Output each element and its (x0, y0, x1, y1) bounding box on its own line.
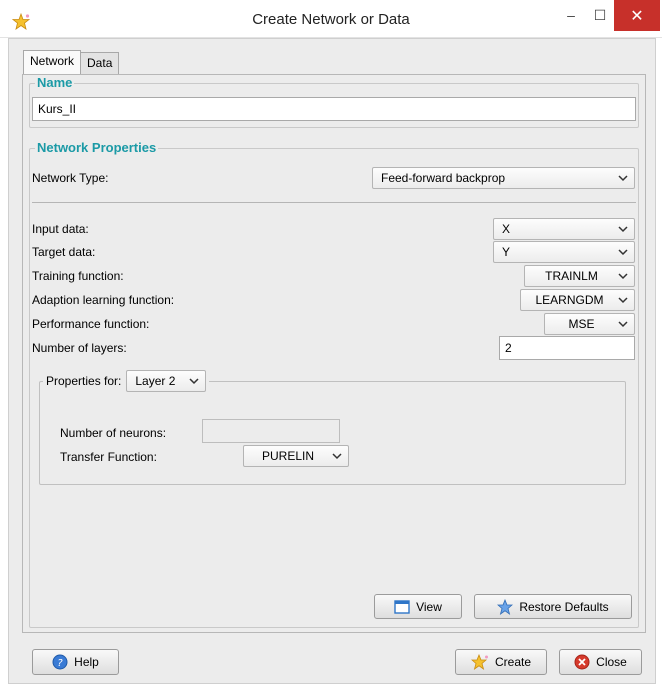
chevron-down-icon (618, 270, 628, 282)
chevron-down-icon (618, 172, 628, 184)
transfer-function-select[interactable]: PURELIN (243, 445, 349, 467)
layer-select[interactable]: Layer 2 (126, 370, 207, 392)
adaption-function-select[interactable]: LEARNGDM (520, 289, 635, 311)
restore-defaults-label: Restore Defaults (519, 599, 609, 614)
network-type-label: Network Type: (32, 171, 109, 185)
input-data-value: X (502, 222, 511, 236)
chevron-down-icon (332, 450, 342, 462)
minimize-button[interactable]: – (557, 0, 585, 30)
star-sparkle-icon (470, 654, 489, 670)
target-data-select[interactable]: Y (493, 241, 635, 263)
create-button-label: Create (494, 655, 532, 669)
chevron-down-icon (618, 294, 628, 306)
restore-defaults-button[interactable]: Restore Defaults (474, 594, 632, 619)
title-bar: Create Network or Data – ☐ ✕ (0, 0, 662, 38)
chevron-down-icon (618, 318, 628, 330)
window-close-button[interactable]: ✕ (614, 0, 660, 31)
network-name-input[interactable]: Kurs_II (32, 97, 636, 121)
close-circle-icon (574, 654, 590, 670)
svg-text:?: ? (58, 658, 64, 669)
view-button-label: View (416, 599, 442, 614)
tab-bar: Network Data (23, 50, 120, 74)
training-function-value: TRAINLM (545, 269, 598, 283)
name-group: Name Kurs_II (29, 75, 639, 128)
network-properties-title: Network Properties (35, 140, 159, 155)
chevron-down-icon (189, 375, 199, 387)
layers-label: Number of layers: (32, 341, 127, 355)
transfer-function-label: Transfer Function: (60, 450, 157, 464)
help-button[interactable]: ? Help (32, 649, 119, 675)
tab-data[interactable]: Data (80, 52, 120, 74)
star-icon (497, 598, 514, 615)
layer-select-value: Layer 2 (135, 374, 176, 388)
view-button[interactable]: View (374, 594, 462, 619)
close-button[interactable]: Close (559, 649, 642, 675)
layer-properties-header: Properties for: Layer 2 (43, 370, 210, 392)
window-icon (394, 599, 410, 614)
layers-input[interactable]: 2 (499, 336, 635, 360)
network-type-value: Feed-forward backprop (381, 171, 506, 185)
transfer-function-value: PURELIN (261, 449, 314, 463)
layer-properties-group: Properties for: Layer 2 Number of neuron… (39, 370, 626, 485)
target-data-value: Y (502, 245, 511, 259)
input-data-select[interactable]: X (493, 218, 635, 240)
maximize-button[interactable]: ☐ (586, 0, 614, 30)
training-function-label: Training function: (32, 269, 124, 283)
neurons-label: Number of neurons: (60, 426, 167, 440)
chevron-down-icon (618, 223, 628, 235)
performance-function-value: MSE (568, 317, 595, 331)
help-icon: ? (52, 654, 68, 670)
performance-function-label: Performance function: (32, 317, 150, 331)
performance-function-select[interactable]: MSE (544, 313, 635, 335)
create-button[interactable]: Create (455, 649, 547, 675)
adaption-function-value: LEARNGDM (535, 293, 604, 307)
training-function-select[interactable]: TRAINLM (524, 265, 635, 287)
help-button-label: Help (74, 655, 99, 669)
network-tab-panel: Name Kurs_II Network Properties Network … (22, 74, 646, 633)
tab-network[interactable]: Network (23, 50, 82, 74)
properties-for-label: Properties for: (46, 374, 122, 388)
properties-divider (32, 202, 636, 203)
chevron-down-icon (618, 246, 628, 258)
network-properties-group: Network Properties Network Type: Feed-fo… (29, 140, 639, 628)
close-button-label: Close (596, 655, 627, 669)
target-data-label: Target data: (32, 245, 96, 259)
name-group-title: Name (35, 75, 75, 90)
dialog-client-area: Network Data Name Kurs_II Network Proper… (8, 38, 656, 684)
neurons-input[interactable] (202, 419, 340, 443)
adaption-function-label: Adaption learning function: (32, 293, 175, 307)
input-data-label: Input data: (32, 222, 89, 236)
network-type-select[interactable]: Feed-forward backprop (372, 167, 635, 189)
